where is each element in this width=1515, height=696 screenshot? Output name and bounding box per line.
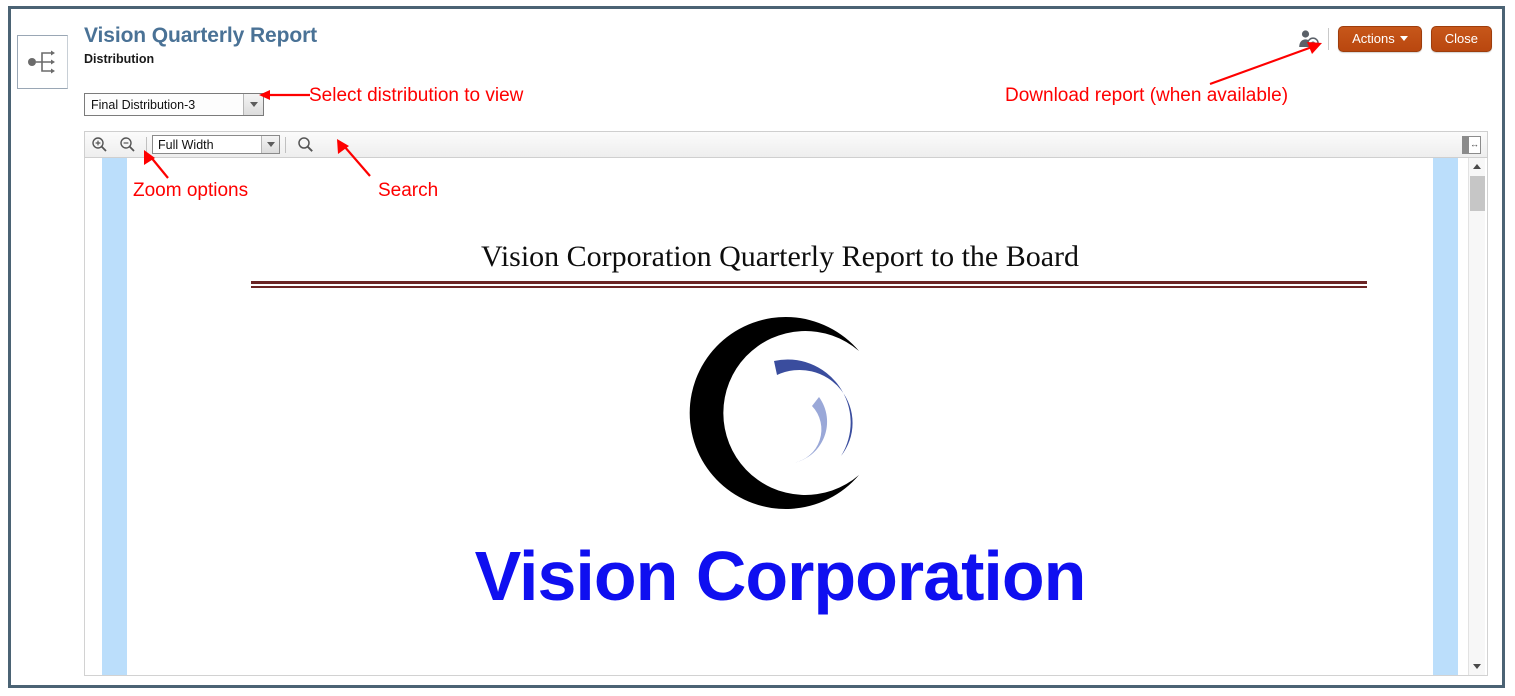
page-subtitle: Distribution [84,52,155,66]
vision-corporation-crescent-logo-icon [673,305,888,520]
toolbar-right-group: ↔ [1462,135,1481,154]
page-left-margin [102,158,127,675]
toolbar-separator [285,136,286,153]
annotation-arrow-select [259,90,310,100]
document-viewer: Vision Corporation Quarterly Report to t… [84,158,1488,676]
distribution-select-value: Final Distribution-3 [91,97,196,112]
annotation-zoom-options: Zoom options [133,180,249,201]
workflow-tab[interactable] [17,35,68,89]
company-name: Vision Corporation [474,537,1087,615]
scrollbar-thumb[interactable] [1470,176,1485,211]
chevron-down-icon [261,136,279,153]
pdf-toolbar: Full Width ↔ [84,131,1488,158]
annotation-search: Search [378,180,439,201]
page-title: Vision Quarterly Report [84,24,318,47]
close-button[interactable]: Close [1430,26,1492,52]
annotation-arrow-zoom [144,150,169,179]
chevron-down-icon [1399,36,1408,41]
header-actions: ? Actions Close [1297,26,1492,52]
zoom-out-icon[interactable] [113,132,141,157]
actions-button[interactable]: Actions [1338,26,1422,52]
scroll-up-arrow-icon[interactable] [1469,158,1485,175]
actions-button-label: Actions [1352,31,1395,46]
application-window: Vision Quarterly Report Distribution ? A… [0,0,1515,696]
distribution-select[interactable]: Final Distribution-3 [84,93,264,116]
search-icon[interactable] [291,132,319,157]
document-divider [251,281,1367,288]
scroll-down-arrow-icon[interactable] [1469,658,1485,675]
document-page: Vision Corporation Quarterly Report to t… [127,158,1433,672]
workflow-branch-icon [27,49,59,75]
side-panel-toggle-icon[interactable]: ↔ [1462,135,1481,154]
header-separator [1328,28,1330,50]
zoom-in-icon[interactable] [85,132,113,157]
vertical-scrollbar[interactable] [1468,158,1485,675]
company-logo [127,305,1433,520]
annotation-arrow-download [1209,42,1322,86]
content-pane: Vision Quarterly Report Distribution ? A… [67,9,1502,685]
annotation-download-report: Download report (when available) [1005,85,1289,106]
page-right-margin [1433,158,1458,675]
annotation-arrow-search [337,139,371,177]
annotation-select-distribution: Select distribution to view [309,85,524,106]
document-heading: Vision Corporation Quarterly Report to t… [480,240,1080,273]
